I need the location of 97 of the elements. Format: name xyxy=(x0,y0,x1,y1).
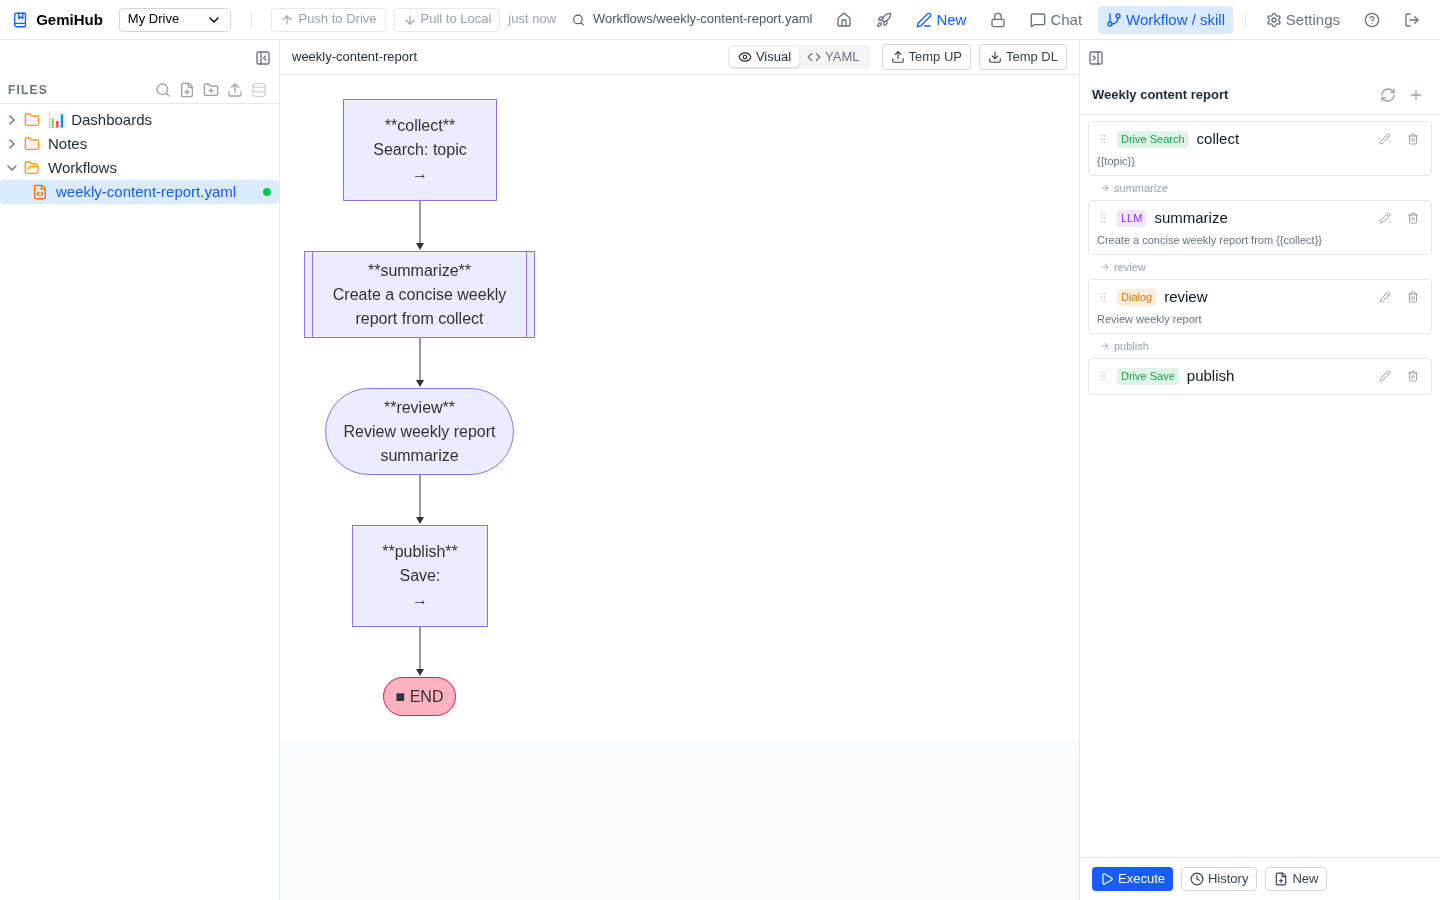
flowchart-node: **summarize** Create a concise weekly report from collect xyxy=(304,251,535,338)
workflow-title: weekly-content-report xyxy=(292,48,418,67)
folder-item[interactable]: Workflows xyxy=(0,156,279,180)
next-step: publish xyxy=(1114,337,1149,355)
settings-icon xyxy=(1265,11,1282,28)
delete-icon[interactable] xyxy=(1407,133,1419,146)
arrow-right-icon xyxy=(1100,262,1110,272)
chat-bubble-icon xyxy=(1030,11,1047,28)
play-icon xyxy=(1100,872,1114,886)
step-name: publish xyxy=(1186,366,1236,386)
folder-item[interactable]: 📊 Dashboards xyxy=(0,108,279,132)
search-icon[interactable] xyxy=(155,81,171,98)
step-card[interactable]: Drive Save publish xyxy=(1088,358,1432,395)
step-type-tag: LLM xyxy=(1117,210,1147,227)
next-step: review xyxy=(1114,258,1146,276)
connector-arrow xyxy=(416,337,424,387)
nav-tab[interactable]: Settings xyxy=(1257,5,1348,34)
file-plus-icon xyxy=(1274,872,1289,886)
new-file-icon[interactable] xyxy=(179,81,195,98)
pen-icon xyxy=(916,11,933,28)
workflow-name: Weekly content report xyxy=(1092,86,1230,105)
panel-button[interactable]: Execute xyxy=(1092,867,1173,891)
panel-button[interactable]: History xyxy=(1181,867,1258,891)
step-card[interactable]: Dialog review Review weekly report xyxy=(1088,279,1432,334)
upload-icon xyxy=(890,50,905,64)
arrow-right-icon xyxy=(1100,341,1110,351)
collapse-sidebar-icon[interactable] xyxy=(255,50,271,66)
folder-icon xyxy=(24,136,40,152)
step-detail: Create a concise weekly report from {{collect}} xyxy=(1097,232,1323,248)
step-type-tag: Dialog xyxy=(1117,289,1157,306)
delete-icon[interactable] xyxy=(1407,212,1419,225)
new-folder-icon[interactable] xyxy=(203,81,219,98)
connector-arrow xyxy=(416,474,424,524)
refresh-icon[interactable] xyxy=(1380,87,1396,103)
step-card[interactable]: Drive Search collect {{topic}} xyxy=(1088,121,1432,176)
home-icon xyxy=(836,11,853,28)
files-heading: FILES xyxy=(8,81,49,98)
database-icon[interactable] xyxy=(251,81,267,98)
drag-handle-icon[interactable] xyxy=(1097,370,1109,383)
file-path: Workflows/weekly-content-report.yaml xyxy=(593,10,813,29)
temp-button[interactable]: Temp DL xyxy=(978,44,1067,70)
view-tab[interactable]: Visual xyxy=(729,47,800,67)
step-detail: Review weekly report xyxy=(1097,311,1203,327)
step-type-tag: Drive Search xyxy=(1117,131,1189,148)
step-name: collect xyxy=(1196,129,1241,149)
folder-name: Workflows xyxy=(48,157,117,178)
lock-icon xyxy=(990,11,1007,28)
sync-status: just now xyxy=(508,10,557,29)
file-item[interactable]: weekly-content-report.yaml xyxy=(0,180,279,204)
file-name: weekly-content-report.yaml xyxy=(56,181,238,202)
panel-button[interactable]: New xyxy=(1265,867,1328,891)
delete-icon[interactable] xyxy=(1407,291,1419,304)
drag-handle-icon[interactable] xyxy=(1097,133,1109,146)
step-type-tag: Drive Save xyxy=(1117,368,1179,385)
help-icon xyxy=(1364,11,1380,28)
step-name: summarize xyxy=(1154,208,1229,228)
nav-tab[interactable]: Workflow / skill xyxy=(1098,5,1233,34)
connector-arrow xyxy=(416,200,424,250)
branch-icon xyxy=(1106,11,1123,28)
nav-tab[interactable]: New xyxy=(908,5,975,34)
view-tab[interactable]: YAML xyxy=(799,47,868,67)
step-name: review xyxy=(1164,287,1209,307)
folder-name: 📊 Dashboards xyxy=(48,109,153,130)
eye-icon xyxy=(737,50,752,64)
upload-icon[interactable] xyxy=(227,81,243,98)
step-detail: {{topic}} xyxy=(1097,153,1136,169)
next-step: summarize xyxy=(1114,179,1168,197)
rocket-icon xyxy=(876,11,893,28)
download-icon xyxy=(987,50,1002,64)
folder-icon xyxy=(24,112,40,128)
code-file-icon xyxy=(32,184,48,200)
drive-select[interactable]: My Drive xyxy=(118,7,231,32)
clock-icon xyxy=(1190,872,1204,886)
arrow-right-icon xyxy=(1100,183,1110,193)
folder-name: Notes xyxy=(48,133,88,154)
edit-icon[interactable] xyxy=(1379,370,1391,383)
folder-icon xyxy=(24,160,40,176)
edit-icon[interactable] xyxy=(1379,133,1391,146)
flowchart-node: ■ END xyxy=(383,677,456,716)
connector-arrow xyxy=(416,626,424,676)
flowchart-node: **review** Review weekly report summarize xyxy=(325,388,514,475)
drag-handle-icon[interactable] xyxy=(1097,291,1109,304)
collapse-panel-icon[interactable] xyxy=(1088,50,1104,66)
logout-icon xyxy=(1404,11,1420,28)
step-card[interactable]: LLM summarize Create a concise weekly report from {{collect}} xyxy=(1088,200,1432,255)
edit-icon[interactable] xyxy=(1379,291,1391,304)
flowchart-node: **collect** Search: topic → xyxy=(343,99,497,201)
drag-handle-icon[interactable] xyxy=(1097,212,1109,225)
flowchart-node: **publish** Save: → xyxy=(352,525,488,627)
app-name: GemiHub xyxy=(36,9,103,30)
edit-icon[interactable] xyxy=(1379,212,1391,225)
folder-item[interactable]: Notes xyxy=(0,132,279,156)
nav-tab[interactable]: Chat xyxy=(1022,5,1091,34)
code-icon xyxy=(807,50,822,64)
temp-button[interactable]: Temp UP xyxy=(881,44,971,70)
add-icon[interactable] xyxy=(1408,87,1424,103)
delete-icon[interactable] xyxy=(1407,370,1419,383)
